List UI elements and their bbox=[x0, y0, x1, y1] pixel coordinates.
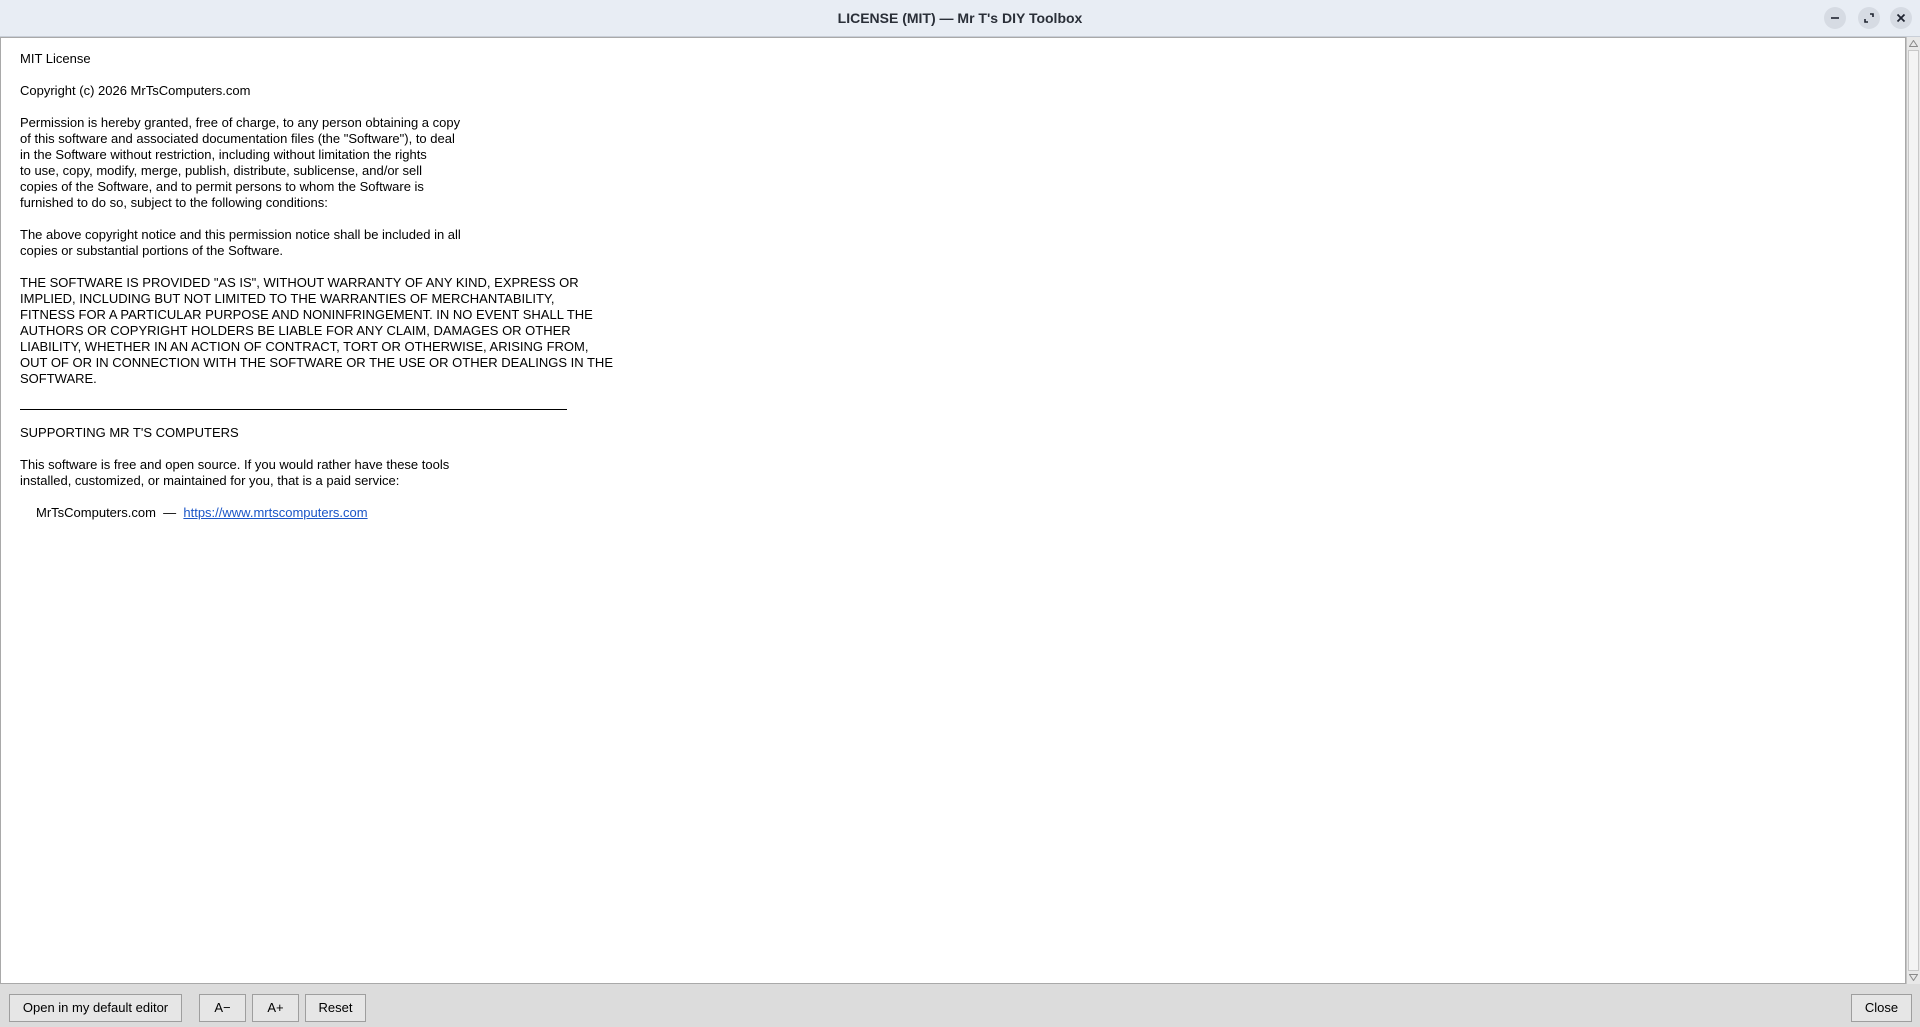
scroll-down-button[interactable] bbox=[1907, 971, 1920, 984]
close-window-button[interactable] bbox=[1890, 7, 1912, 29]
maximize-button[interactable] bbox=[1858, 7, 1880, 29]
section-divider bbox=[20, 409, 567, 410]
license-heading: MIT License bbox=[20, 51, 91, 66]
text-line: furnished to do so, subject to the follo… bbox=[20, 195, 328, 210]
site-name: MrTsComputers.com bbox=[36, 505, 156, 520]
license-text-area[interactable]: MIT License Copyright (c) 2026 MrTsCompu… bbox=[0, 37, 1906, 984]
text-line: OUT OF OR IN CONNECTION WITH THE SOFTWAR… bbox=[20, 355, 613, 370]
increase-font-button[interactable]: A+ bbox=[252, 994, 299, 1022]
title-bar: LICENSE (MIT) — Mr T's DIY Toolbox bbox=[0, 0, 1920, 37]
text-line: of this software and associated document… bbox=[20, 131, 455, 146]
window-title: LICENSE (MIT) — Mr T's DIY Toolbox bbox=[837, 10, 1083, 26]
text-line: FITNESS FOR A PARTICULAR PURPOSE AND NON… bbox=[20, 307, 593, 322]
permission-paragraph: Permission is hereby granted, free of ch… bbox=[20, 115, 613, 211]
notice-paragraph: The above copyright notice and this perm… bbox=[20, 227, 613, 259]
text-line: to use, copy, modify, merge, publish, di… bbox=[20, 163, 422, 178]
open-editor-button[interactable]: Open in my default editor bbox=[9, 994, 182, 1022]
vertical-scrollbar[interactable] bbox=[1906, 37, 1920, 984]
close-icon bbox=[1896, 13, 1906, 23]
minimize-button[interactable] bbox=[1824, 7, 1846, 29]
text-line: AUTHORS OR COPYRIGHT HOLDERS BE LIABLE F… bbox=[20, 323, 571, 338]
text-line: in the Software without restriction, inc… bbox=[20, 147, 427, 162]
supporting-heading: SUPPORTING MR T'S COMPUTERS bbox=[20, 425, 239, 440]
text-line: THE SOFTWARE IS PROVIDED "AS IS", WITHOU… bbox=[20, 275, 579, 290]
text-line: This software is free and open source. I… bbox=[20, 457, 450, 472]
warranty-paragraph: THE SOFTWARE IS PROVIDED "AS IS", WITHOU… bbox=[20, 275, 613, 387]
reset-font-button[interactable]: Reset bbox=[305, 994, 366, 1022]
text-line: copies or substantial portions of the So… bbox=[20, 243, 284, 258]
maximize-icon bbox=[1864, 13, 1874, 23]
text-line: installed, customized, or maintained for… bbox=[20, 473, 400, 488]
text-line: LIABILITY, WHETHER IN AN ACTION OF CONTR… bbox=[20, 339, 589, 354]
support-contact-line: MrTsComputers.com — https://www.mrtscomp… bbox=[20, 505, 613, 521]
scroll-up-button[interactable] bbox=[1907, 37, 1920, 50]
arrow-down-icon bbox=[1909, 974, 1918, 981]
close-button[interactable]: Close bbox=[1851, 994, 1912, 1022]
text-line: IMPLIED, INCLUDING BUT NOT LIMITED TO TH… bbox=[20, 291, 555, 306]
text-line: The above copyright notice and this perm… bbox=[20, 227, 461, 242]
supporting-paragraph: This software is free and open source. I… bbox=[20, 457, 613, 489]
minimize-icon bbox=[1831, 17, 1839, 19]
button-bar: Open in my default editor A− A+ Reset Cl… bbox=[0, 984, 1920, 1027]
text-line: Permission is hereby granted, free of ch… bbox=[20, 115, 461, 130]
separator: — bbox=[155, 505, 184, 520]
text-line: SOFTWARE. bbox=[20, 371, 97, 386]
decrease-font-button[interactable]: A− bbox=[199, 994, 246, 1022]
text-line: copies of the Software, and to permit pe… bbox=[20, 179, 424, 194]
copyright-line: Copyright (c) 2026 MrTsComputers.com bbox=[20, 83, 251, 98]
scroll-thumb[interactable] bbox=[1908, 50, 1919, 971]
arrow-up-icon bbox=[1909, 40, 1918, 47]
license-document: MIT License Copyright (c) 2026 MrTsCompu… bbox=[20, 51, 613, 521]
website-link[interactable]: https://www.mrtscomputers.com bbox=[183, 505, 367, 520]
